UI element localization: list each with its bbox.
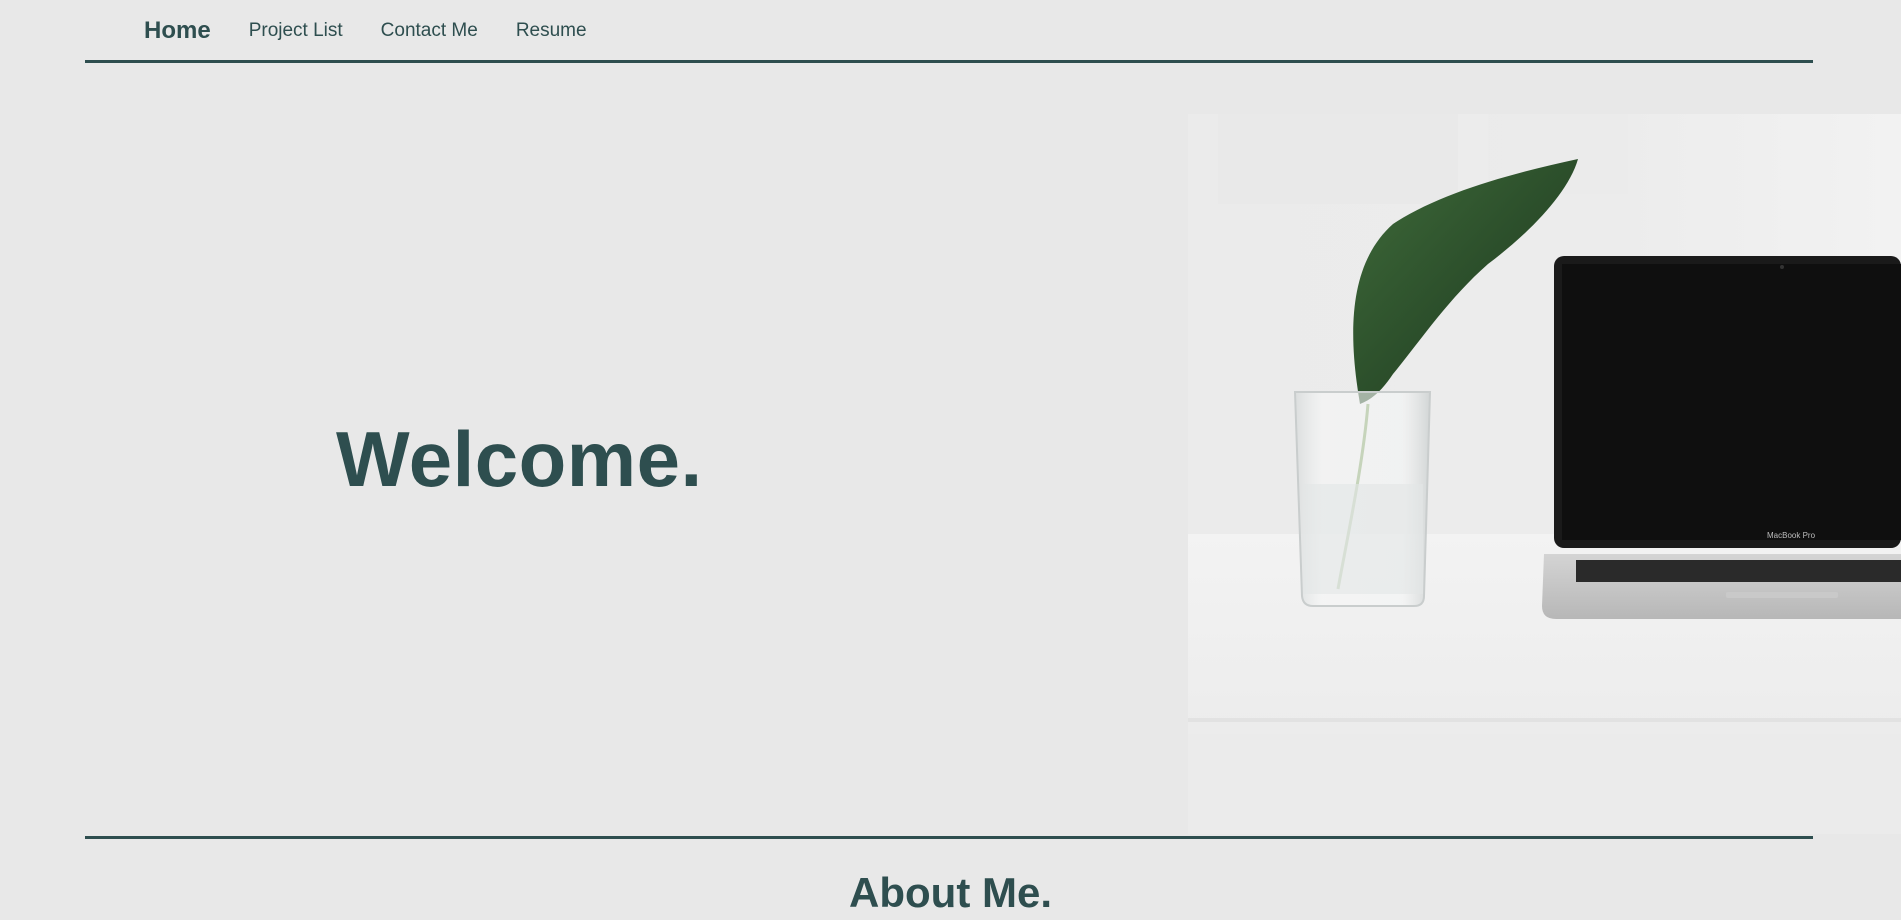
top-navigation: Home Project List Contact Me Resume xyxy=(85,0,1813,62)
nav-link-contact-me[interactable]: Contact Me xyxy=(381,20,478,42)
about-me-heading: About Me. xyxy=(849,869,1052,916)
hero-title: Welcome. xyxy=(336,415,703,503)
nav-link-project-list[interactable]: Project List xyxy=(249,20,343,42)
nav-link-resume[interactable]: Resume xyxy=(516,20,587,42)
page: Home Project List Contact Me Resume Welc… xyxy=(0,0,1901,920)
nav-links: Home Project List Contact Me Resume xyxy=(144,0,625,62)
header-divider xyxy=(85,60,1813,63)
hero-image: MacBook Pro xyxy=(1188,114,1901,834)
nav-link-home[interactable]: Home xyxy=(144,17,211,45)
laptop-brand-label: MacBook Pro xyxy=(1767,531,1816,540)
section-divider xyxy=(85,836,1813,839)
